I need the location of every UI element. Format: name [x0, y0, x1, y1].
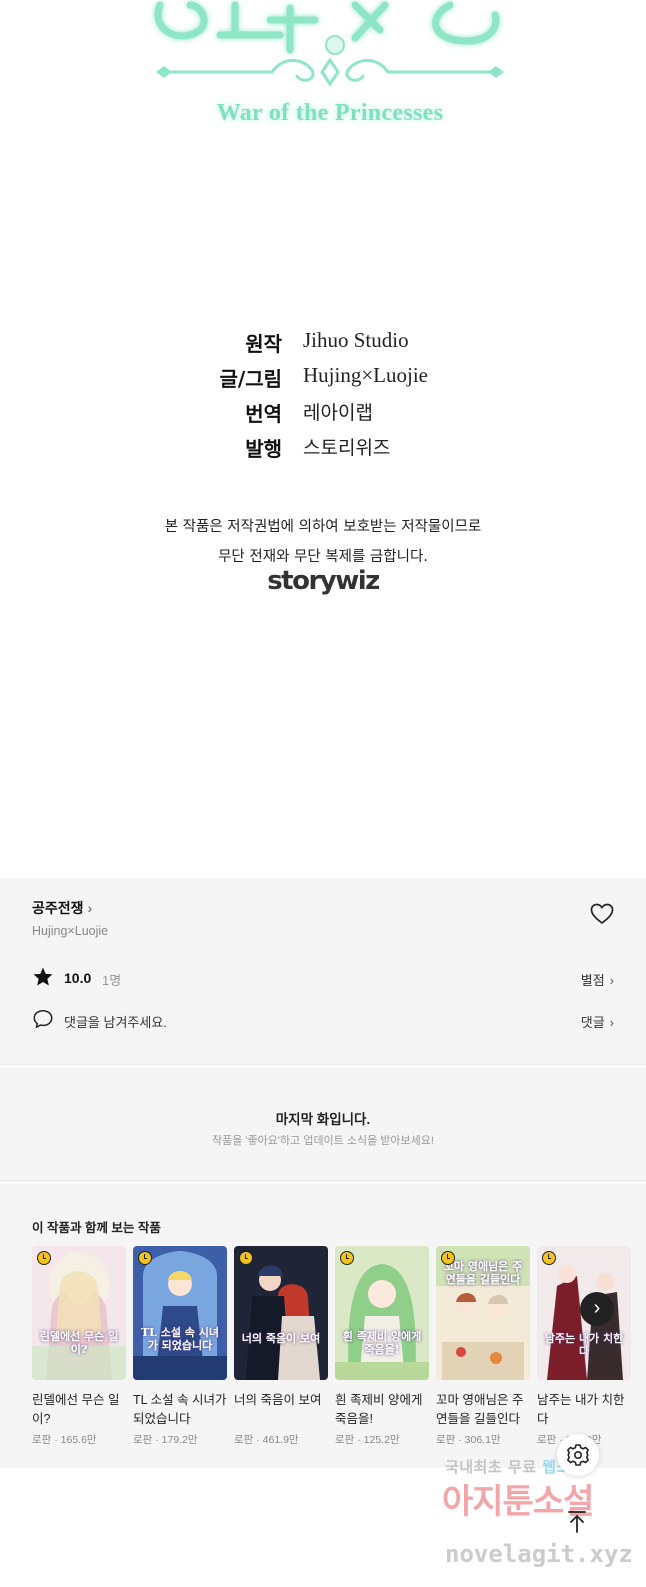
- cover-title: 린델에선 무슨 일이?: [39, 1330, 119, 1356]
- logo-title-art: [154, 1, 500, 55]
- credits-block: 원작 Jihuo Studio 글/그림 Hujing×Luojie 번역 레아…: [200, 326, 500, 466]
- card-title: 너의 죽음이 보여: [234, 1393, 322, 1407]
- comment-link-label: 댓글: [580, 1015, 605, 1030]
- watermark-url: novelagit.xyz: [445, 1540, 633, 1568]
- rating-count: 1명: [102, 973, 122, 988]
- settings-button[interactable]: [557, 1434, 599, 1476]
- credit-row: 번역 레아이랩: [200, 396, 500, 431]
- clock-icon: [239, 1251, 253, 1265]
- gear-icon: [567, 1444, 589, 1466]
- recommendation-card[interactable]: 린델에선 무슨 일이? 린델에선 무슨 일이? 로판 · 165.6만: [32, 1246, 126, 1447]
- card-meta: 로판 · 306.1만: [436, 1434, 501, 1446]
- recommendations: 이 작품과 함께 보는 작품 린델에선 무슨 일이? 린델에선 무슨 일이? 로…: [0, 1184, 646, 1468]
- cover-image: 린델에선 무슨 일이?: [32, 1246, 126, 1380]
- last-episode-notice: 마지막 화입니다. 작품을 '좋아요'하고 업데이트 소식을 받아보세요!: [0, 1068, 646, 1180]
- card-title: 흰 족제비 양에게 죽음을!: [335, 1393, 423, 1426]
- card-title: TL 소설 속 시녀가 되었습니다: [133, 1393, 227, 1426]
- logo-subtitle: War of the Princesses: [216, 100, 444, 126]
- rating-link-label: 별점: [580, 973, 605, 988]
- card-title: 남주는 내가 치한다: [537, 1393, 625, 1426]
- credit-label: 원작: [245, 332, 282, 356]
- series-title: 공주전쟁: [32, 900, 84, 916]
- comment-row: 댓글을 남겨주세요. 댓글 ›: [32, 1008, 614, 1032]
- credit-row: 발행 스토리위즈: [200, 431, 500, 466]
- rating-score: 10.0: [64, 970, 92, 986]
- cover-image: TL 소설 속 시녀가 되었습니다: [133, 1246, 227, 1380]
- recommendation-card[interactable]: 꼬마 영애님은 주연들을 길들인다 꼬마 영애님은 주연들을 길들인다 로판 ·…: [436, 1246, 530, 1447]
- star-icon: [33, 967, 53, 986]
- cover-image: 흰 족제비 양에게 죽음을!: [335, 1246, 429, 1380]
- chevron-right-icon: ›: [87, 900, 93, 916]
- comment-bubble-icon: [33, 1010, 53, 1028]
- carousel-next-button[interactable]: ›: [580, 1292, 614, 1326]
- clock-icon: [138, 1251, 152, 1265]
- recommendations-title: 이 작품과 함께 보는 작품: [32, 1221, 161, 1235]
- comic-panel: War of the Princesses 원작 Jihuo Studio 글/…: [0, 0, 646, 878]
- chevron-right-icon: ›: [609, 1015, 614, 1030]
- credit-value: Hujing×Luojie: [303, 363, 428, 387]
- scroll-top-icon[interactable]: [566, 1510, 588, 1534]
- cover-title: 꼬마 영애님은 주연들을 길들인다: [443, 1260, 523, 1286]
- credit-value: 레아이랩: [303, 402, 373, 424]
- card-meta: 로판 · 125.2만: [335, 1434, 400, 1446]
- chevron-right-icon: ›: [593, 1297, 601, 1319]
- credit-label: 글/그림: [219, 367, 282, 391]
- last-episode-subtitle: 작품을 '좋아요'하고 업데이트 소식을 받아보세요!: [212, 1135, 434, 1147]
- rating-row: 10.0 1명 별점 ›: [32, 966, 614, 990]
- card-title: 린델에선 무슨 일이?: [32, 1393, 120, 1426]
- card-meta: 로판 · 165.6만: [32, 1434, 97, 1446]
- cover-title: 흰 족제비 양에게 죽음을!: [342, 1330, 422, 1356]
- comment-link[interactable]: 댓글 ›: [581, 1012, 614, 1031]
- credit-label: 번역: [245, 402, 282, 426]
- logo-ornament: [156, 57, 504, 87]
- credit-value: Jihuo Studio: [303, 328, 409, 352]
- copyright-line: 본 작품은 저작권법에 의하여 보호받는 저작물이므로: [164, 519, 482, 535]
- cover-title: 남주는 내가 치한다: [544, 1332, 624, 1358]
- copyright-notice: 본 작품은 저작권법에 의하여 보호받는 저작물이므로 무단 전재와 무단 복제…: [0, 512, 646, 572]
- cover-image: 꼬마 영애님은 주연들을 길들인다: [436, 1246, 530, 1380]
- clock-icon: [37, 1251, 51, 1265]
- credit-row: 글/그림 Hujing×Luojie: [200, 361, 500, 396]
- rating-link[interactable]: 별점 ›: [581, 970, 614, 989]
- recommendation-card[interactable]: TL 소설 속 시녀가 되었습니다 TL 소설 속 시녀가 되었습니다 로판 ·…: [133, 1246, 227, 1447]
- series-author: Hujing×Luojie: [32, 924, 109, 938]
- cover-title: TL 소설 속 시녀가 되었습니다: [140, 1326, 219, 1352]
- clock-icon: [340, 1251, 354, 1265]
- heart-icon[interactable]: [590, 903, 614, 925]
- recommendation-card[interactable]: 남주는 내가 치한다 남주는 내가 치한다 로판 · 263.9만: [537, 1246, 631, 1447]
- clock-icon: [542, 1251, 556, 1265]
- recommendation-card[interactable]: 흰 족제비 양에게 죽음을! 흰 족제비 양에게 죽음을! 로판 · 125.2…: [335, 1246, 429, 1447]
- card-meta: 로판 · 461.9만: [234, 1434, 299, 1446]
- chevron-right-icon: ›: [609, 973, 614, 988]
- series-title-link[interactable]: 공주전쟁 ›: [32, 898, 92, 918]
- series-info: 공주전쟁 › Hujing×Luojie 10.0 1명 별점 › 댓글을 남겨주세…: [0, 878, 646, 1064]
- last-episode-title: 마지막 화입니다.: [275, 1112, 371, 1127]
- cover-title: 너의 죽음이 보여: [241, 1332, 321, 1345]
- credit-value: 스토리위즈: [303, 437, 391, 459]
- publisher-logo: storywiz: [267, 566, 380, 596]
- clock-icon: [441, 1251, 455, 1265]
- card-title: 꼬마 영애님은 주연들을 길들인다: [436, 1393, 524, 1426]
- recommendation-card[interactable]: 너의 죽음이 보여 너의 죽음이 보여 로판 · 461.9만: [234, 1246, 328, 1447]
- cover-image: 너의 죽음이 보여: [234, 1246, 328, 1380]
- credit-label: 발행: [245, 437, 282, 461]
- comment-prompt[interactable]: 댓글을 남겨주세요.: [64, 1012, 167, 1031]
- credit-row: 원작 Jihuo Studio: [200, 326, 500, 361]
- series-logo: War of the Princesses: [140, 0, 520, 135]
- card-meta: 로판 · 179.2만: [133, 1434, 198, 1446]
